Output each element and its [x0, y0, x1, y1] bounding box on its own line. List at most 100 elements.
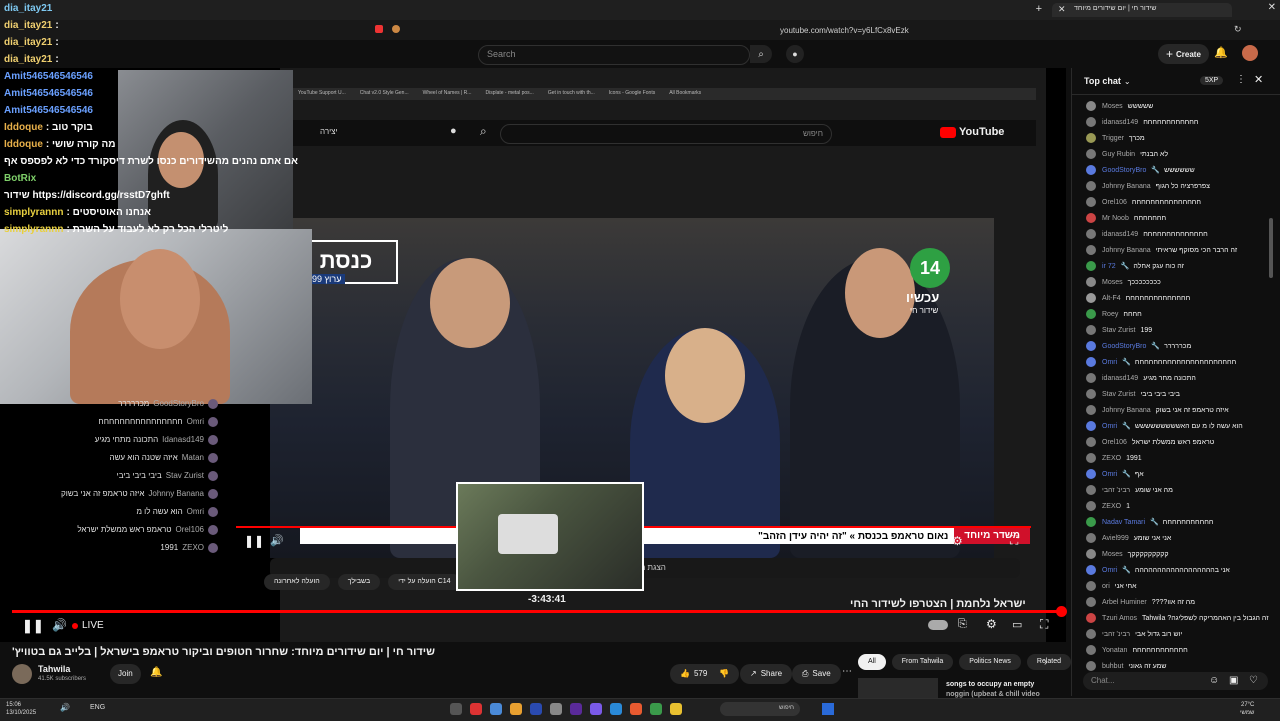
emoji-icon[interactable]: ☺: [1209, 675, 1219, 686]
chat-avatar[interactable]: [1086, 613, 1096, 623]
chat-avatar[interactable]: [1086, 213, 1096, 223]
chat-author[interactable]: Guy Rubin: [1102, 151, 1135, 158]
recommended-title[interactable]: songs to occupy an empty: [946, 681, 1034, 688]
premiere-icon[interactable]: [570, 703, 582, 715]
chat-message[interactable]: GoodStoryBro 🔧 מכררררר: [1072, 338, 1280, 354]
taskbar-search[interactable]: חיפוש: [720, 702, 800, 716]
chat-avatar[interactable]: [1086, 549, 1096, 559]
chat-message[interactable]: Tzuri Amos זה הגבול בין האהמריקה לשפליגה?…: [1072, 610, 1280, 626]
super-chat-icon[interactable]: ▣: [1229, 675, 1238, 686]
chat-author[interactable]: Johnny Banana: [1102, 183, 1151, 190]
chat-avatar[interactable]: [1086, 229, 1096, 239]
app-icon[interactable]: [610, 703, 622, 715]
chat-message[interactable]: Moses ששששש: [1072, 98, 1280, 114]
chat-author[interactable]: buhbut: [1102, 663, 1123, 670]
chat-mode-dropdown[interactable]: Top chat: [1084, 76, 1121, 86]
chat-avatar[interactable]: [1086, 405, 1096, 415]
chat-author[interactable]: Omri: [1102, 359, 1117, 366]
recommended-subtitle[interactable]: noggin (upbeat & chill video: [946, 691, 1040, 698]
folder-icon[interactable]: [670, 703, 682, 715]
live-indicator[interactable]: LIVE: [72, 620, 104, 631]
chat-author[interactable]: ZEXO: [1102, 455, 1121, 462]
new-tab-icon[interactable]: +: [1036, 3, 1042, 15]
windows-start-icon[interactable]: [822, 703, 834, 715]
chat-author[interactable]: רבינ' זהבי: [1102, 631, 1130, 638]
chat-author[interactable]: Omri: [1102, 471, 1117, 478]
filter-chip[interactable]: All: [858, 654, 886, 670]
notifications-icon[interactable]: 🔔: [1214, 46, 1228, 59]
chat-avatar[interactable]: [1086, 453, 1096, 463]
more-icon[interactable]: ⋯: [842, 666, 852, 677]
chat-author[interactable]: Moses: [1102, 103, 1123, 110]
points-badge[interactable]: 5XP: [1200, 76, 1224, 85]
chat-author[interactable]: Aviel999: [1102, 535, 1129, 542]
share-button[interactable]: ↗ Share: [740, 664, 793, 684]
theater-mode-icon[interactable]: ▭: [1012, 618, 1022, 631]
chat-avatar[interactable]: [1086, 197, 1096, 207]
volume-tray-icon[interactable]: 🔊: [60, 703, 70, 712]
language-indicator[interactable]: ENG: [90, 704, 105, 711]
save-button[interactable]: ⎙ Save: [792, 664, 841, 684]
heart-icon[interactable]: ♡: [1249, 675, 1258, 686]
filter-chip[interactable]: Politics News: [959, 654, 1021, 670]
chat-avatar[interactable]: [1086, 293, 1096, 303]
chat-message[interactable]: ir 72 🔧 זה כוח עגק אחלה: [1072, 258, 1280, 274]
chat-message[interactable]: Omri 🔧 הוא עשה לו מ עם האששששששששש: [1072, 418, 1280, 434]
chat-author[interactable]: Moses: [1102, 551, 1123, 558]
chat-message[interactable]: רבינ' זהבי יוש רוב גדול אבי: [1072, 626, 1280, 642]
chat-avatar[interactable]: [1086, 309, 1096, 319]
chat-message[interactable]: ZEXO 1991: [1072, 450, 1280, 466]
chat-message[interactable]: Yonatan חחחחחחחחחחחח: [1072, 642, 1280, 658]
chat-author[interactable]: Arbel Huminer: [1102, 599, 1147, 606]
url-text[interactable]: youtube.com/watch?v=y6LfCx8vEzk: [780, 26, 909, 35]
task-view-icon[interactable]: [450, 703, 462, 715]
chat-author[interactable]: Trigger: [1102, 135, 1124, 142]
chat-avatar[interactable]: [1086, 149, 1096, 159]
chat-author[interactable]: Tzuri Amos: [1102, 615, 1137, 622]
app-icon[interactable]: [650, 703, 662, 715]
chat-avatar[interactable]: [1086, 341, 1096, 351]
app-icon[interactable]: [490, 703, 502, 715]
chat-avatar[interactable]: [1086, 133, 1096, 143]
chat-avatar[interactable]: [1086, 469, 1096, 479]
chat-author[interactable]: GoodStoryBro: [1102, 343, 1146, 350]
chat-message[interactable]: Omri 🔧 אף: [1072, 466, 1280, 482]
chat-author[interactable]: ori: [1102, 583, 1110, 590]
chat-scrollbar[interactable]: [1269, 218, 1273, 278]
app-icon[interactable]: [510, 703, 522, 715]
reload-icon[interactable]: ↻: [1234, 24, 1242, 35]
chat-message[interactable]: idanasd149 חחחחחחחחחחחח: [1072, 114, 1280, 130]
clock[interactable]: 15:06 13/10/2025: [6, 701, 36, 717]
voice-search-button[interactable]: ●: [786, 45, 804, 63]
chat-avatar[interactable]: [1086, 261, 1096, 271]
chevron-right-icon[interactable]: ›: [1044, 657, 1047, 668]
chat-avatar[interactable]: [1086, 373, 1096, 383]
channel-name[interactable]: Tahwila: [38, 664, 70, 674]
search-button[interactable]: ⌕: [750, 45, 772, 63]
chat-author[interactable]: Omri: [1102, 423, 1117, 430]
chat-avatar[interactable]: [1086, 117, 1096, 127]
chat-avatar[interactable]: [1086, 501, 1096, 511]
join-button[interactable]: Join: [110, 664, 141, 684]
create-button[interactable]: + Create: [1158, 44, 1209, 64]
chat-avatar[interactable]: [1086, 629, 1096, 639]
chat-avatar[interactable]: [1086, 437, 1096, 447]
chat-avatar[interactable]: [1086, 517, 1096, 527]
chat-message[interactable]: Orel106 חחחחחחחחחחחחחחח: [1072, 194, 1280, 210]
chat-author[interactable]: Nadav Tamari: [1102, 519, 1145, 526]
channel-avatar[interactable]: [12, 664, 32, 684]
search-input[interactable]: Search: [478, 45, 750, 65]
bell-icon[interactable]: 🔔: [150, 667, 162, 678]
chat-message[interactable]: Johnny Banana איזה טראמפ זה אני בשוק: [1072, 402, 1280, 418]
fullscreen-icon[interactable]: ⛶: [1040, 617, 1048, 632]
settings-icon[interactable]: ⚙: [986, 617, 997, 631]
chat-avatar[interactable]: [1086, 101, 1096, 111]
brave-taskbar-icon[interactable]: [630, 703, 642, 715]
chat-author[interactable]: idanasd149: [1102, 119, 1138, 126]
like-button[interactable]: 👍 579 👎: [670, 664, 740, 684]
subtitles-icon[interactable]: ⎘: [958, 618, 967, 631]
chat-message[interactable]: Aviel999 אני אני שומע: [1072, 530, 1280, 546]
avatar[interactable]: [1242, 45, 1258, 61]
chat-author[interactable]: Yonatan: [1102, 647, 1127, 654]
volume-icon[interactable]: 🔊: [52, 618, 67, 632]
